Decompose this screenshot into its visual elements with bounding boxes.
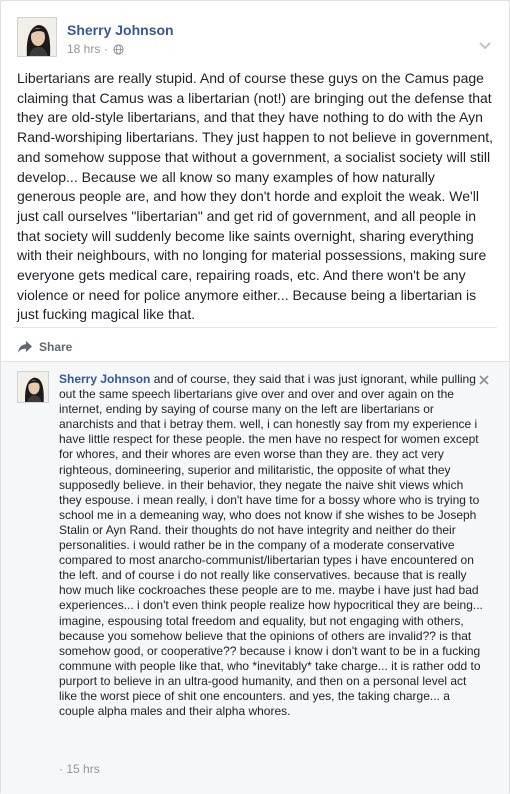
- globe-icon[interactable]: [113, 44, 124, 58]
- post-header: Sherry Johnson 18 hrs ·: [17, 17, 497, 61]
- comments-section: Sherry Johnson and of course, they said …: [1, 361, 509, 794]
- comment-avatar-photo: [18, 372, 48, 402]
- comment-author-avatar[interactable]: [17, 371, 49, 403]
- comment-timestamp[interactable]: 15 hrs: [66, 762, 99, 776]
- author-name[interactable]: Sherry Johnson: [67, 22, 174, 38]
- meta-separator: ·: [103, 42, 108, 56]
- post-options-chevron-icon[interactable]: [479, 37, 491, 55]
- comment-meta: · 15 hrs: [59, 762, 100, 776]
- comment-meta-separator: ·: [59, 762, 63, 776]
- share-arrow-icon: [18, 341, 32, 353]
- post-card: Sherry Johnson 18 hrs · Libertarians are…: [0, 0, 510, 794]
- avatar-photo: [18, 18, 56, 56]
- share-label: Share: [39, 340, 73, 354]
- author-avatar[interactable]: [17, 17, 57, 57]
- comment-text: and of course, they said that i was just…: [59, 372, 483, 719]
- comment-close-icon[interactable]: [479, 372, 489, 390]
- post-timestamp[interactable]: 18 hrs: [67, 42, 100, 56]
- post-meta: 18 hrs ·: [67, 42, 124, 58]
- divider: [13, 327, 497, 328]
- comment-body: Sherry Johnson and of course, they said …: [59, 372, 487, 719]
- post-body-text: Libertarians are really stupid. And of c…: [17, 70, 494, 323]
- share-button[interactable]: Share: [17, 335, 72, 359]
- comment-author-name[interactable]: Sherry Johnson: [59, 372, 150, 386]
